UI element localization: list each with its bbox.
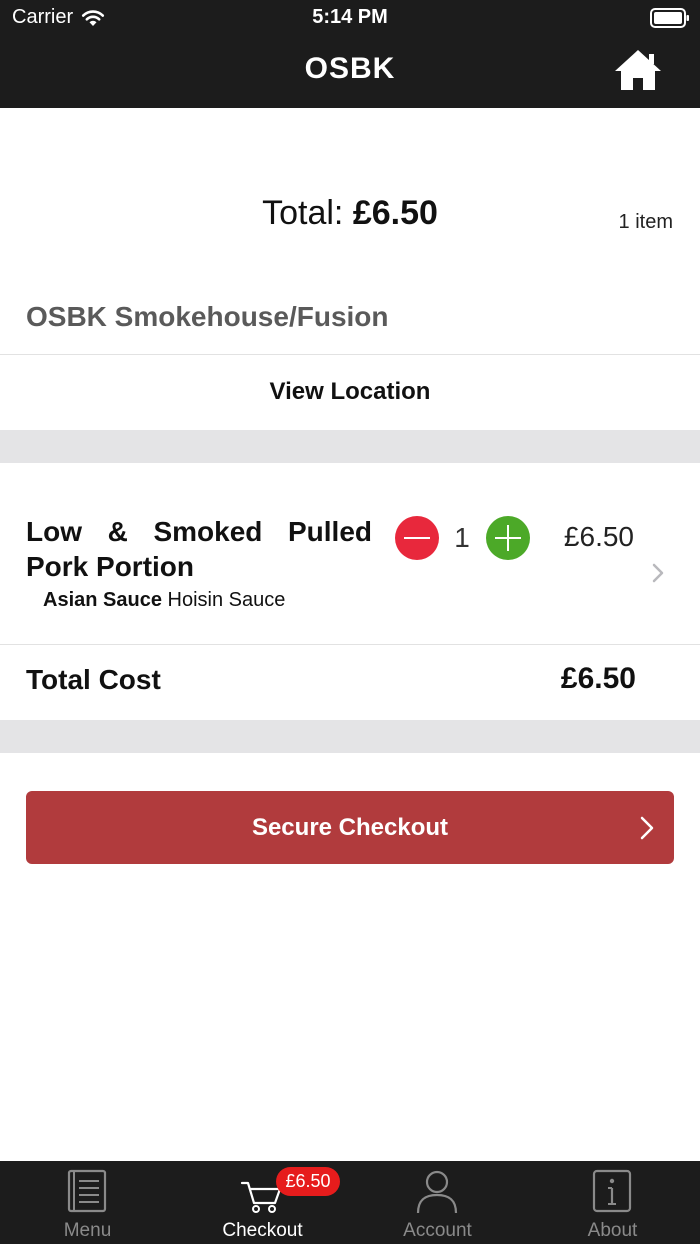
divider — [0, 644, 700, 645]
total-amount: £6.50 — [352, 194, 438, 232]
tab-label-account: Account — [403, 1220, 472, 1241]
info-icon — [592, 1169, 632, 1213]
menu-book-icon — [67, 1169, 107, 1213]
top-bar: Carrier 5:14 PM OSBK — [0, 0, 700, 108]
status-time: 5:14 PM — [312, 6, 388, 28]
modifier-label: Asian Sauce — [43, 589, 162, 611]
item-price: £6.50 — [563, 521, 634, 552]
tab-label-checkout: Checkout — [222, 1220, 303, 1241]
nav-title: OSBK — [304, 52, 396, 85]
item-modifier: Asian Sauce Hoisin Sauce — [43, 589, 285, 612]
increase-quantity-button[interactable] — [486, 516, 530, 560]
tab-label-about: About — [587, 1220, 638, 1241]
tab-bar: Menu Checkout Account About — [0, 1161, 700, 1244]
total-cost-value: £6.50 — [560, 662, 636, 695]
total-cost-label: Total Cost — [26, 664, 161, 695]
modifier-value: Hoisin Sauce — [167, 589, 286, 611]
person-icon — [416, 1170, 458, 1214]
total-label: Total: — [262, 194, 344, 232]
chevron-right-icon — [640, 816, 654, 840]
section-separator — [0, 430, 700, 463]
order-total-header: Total: £6.50 — [0, 194, 700, 233]
tab-menu[interactable]: Menu — [0, 1161, 175, 1244]
secure-checkout-button[interactable]: Secure Checkout — [26, 791, 674, 864]
battery-icon — [650, 8, 689, 28]
section-separator — [0, 720, 700, 753]
item-count: 1 item — [618, 211, 673, 233]
store-name: OSBK Smokehouse/Fusion — [26, 301, 389, 332]
home-icon[interactable] — [612, 46, 664, 94]
cart-total-badge: £6.50 — [276, 1167, 340, 1196]
checkout-label: Secure Checkout — [251, 813, 449, 841]
decrease-quantity-button[interactable] — [395, 516, 439, 560]
tab-about[interactable]: About — [525, 1161, 700, 1244]
view-location-button[interactable]: View Location — [0, 355, 700, 429]
quantity-value: 1 — [454, 522, 470, 553]
item-name: Low & Smoked Pulled Pork Portion — [26, 516, 372, 582]
tab-account[interactable]: Account — [350, 1161, 525, 1244]
chevron-right-icon[interactable] — [650, 561, 666, 585]
tab-label-menu: Menu — [63, 1220, 112, 1241]
